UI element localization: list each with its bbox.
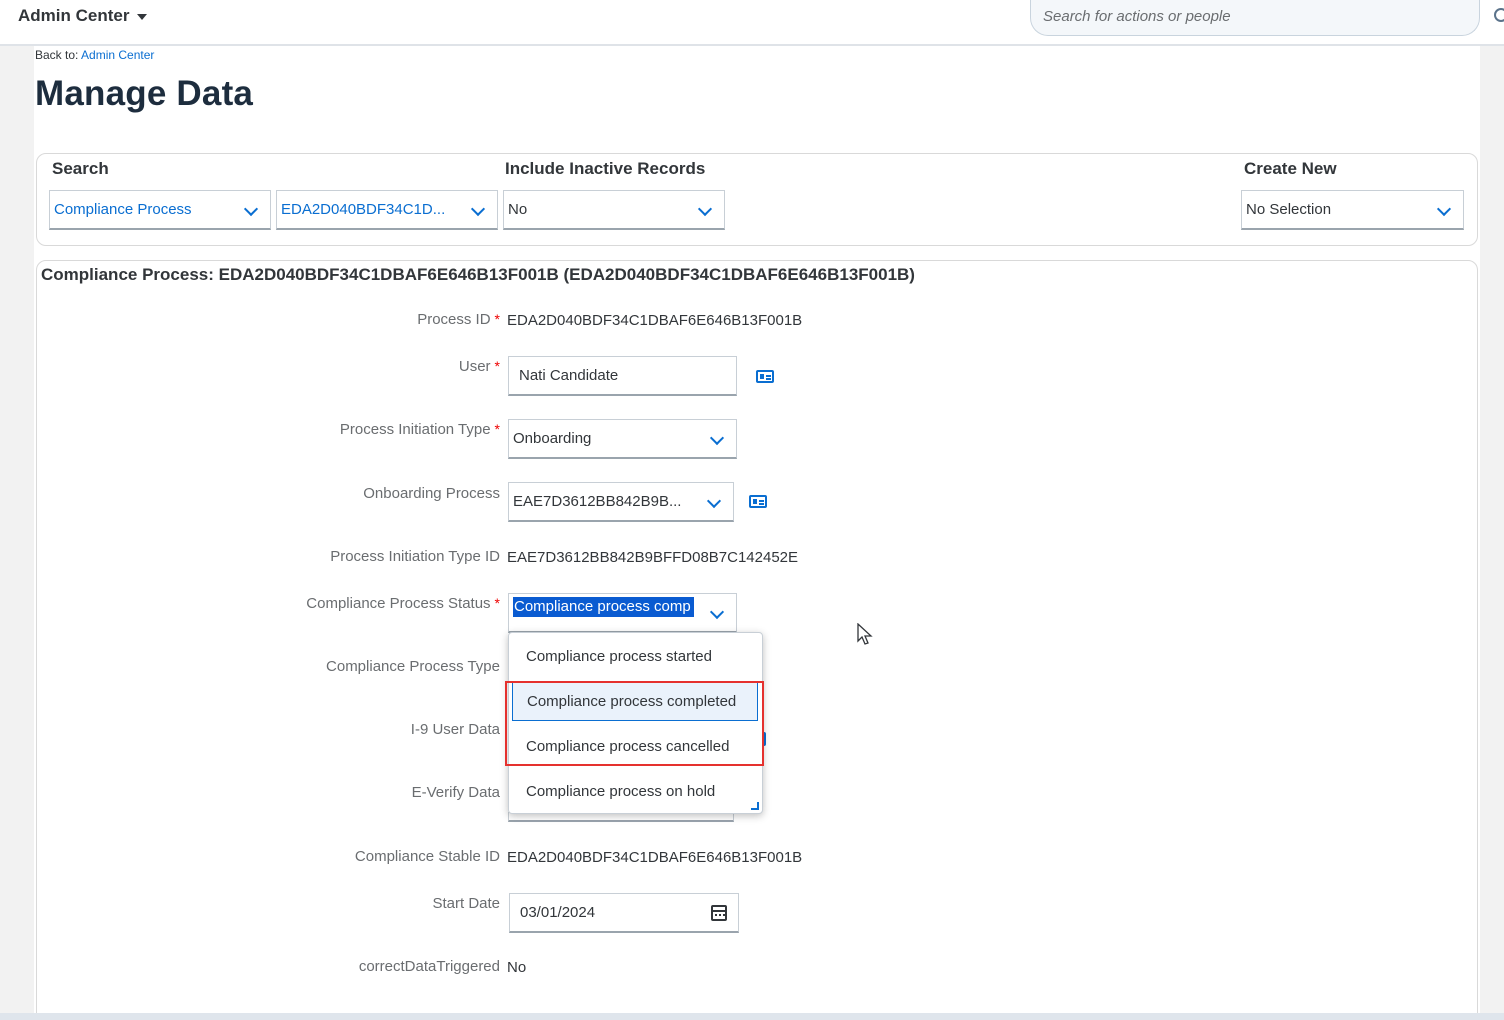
app-title-menu[interactable]: Admin Center — [18, 6, 148, 26]
initiation-type-value: Onboarding — [513, 430, 592, 447]
caret-down-icon — [137, 13, 148, 20]
chevron-down-icon — [470, 201, 486, 217]
status-label: Compliance Process Status * — [100, 595, 500, 612]
resize-handle[interactable] — [751, 802, 759, 810]
initiation-type-id-label: Process Initiation Type ID — [330, 548, 500, 565]
bottom-bar — [0, 1013, 1504, 1020]
status-value: Compliance process comp — [513, 597, 694, 617]
stable-id-value: EDA2D040BDF34C1DBAF6E646B13F001B — [507, 849, 803, 866]
required-marker: * — [494, 421, 500, 437]
contact-card-icon[interactable] — [756, 370, 774, 383]
annotation-highlight — [505, 681, 764, 766]
required-marker: * — [494, 358, 500, 374]
start-date-label: Start Date — [432, 895, 500, 912]
i9-user-data-label: I-9 User Data — [410, 721, 500, 738]
chevron-down-icon — [1436, 201, 1452, 217]
start-date-input[interactable]: 03/01/2024 — [509, 893, 739, 933]
option-started[interactable]: Compliance process started — [509, 637, 762, 677]
global-search-input[interactable]: Search for actions or people — [1030, 0, 1480, 36]
status-select[interactable]: Compliance process comp — [508, 593, 737, 633]
required-marker: * — [494, 311, 500, 327]
breadcrumb: Back to: Admin Center — [35, 48, 154, 62]
contact-card-icon[interactable] — [749, 495, 767, 508]
onboarding-process-select[interactable]: EAE7D3612BB842B9B... — [508, 482, 734, 522]
user-input-value: Nati Candidate — [519, 367, 619, 384]
initiation-type-id-value: EAE7D3612BB842B9BFFD08B7C142452E — [507, 549, 799, 566]
create-new-label: Create New — [1244, 159, 1337, 178]
stable-id-label: Compliance Stable ID — [354, 848, 500, 865]
user-input[interactable]: Nati Candidate — [508, 356, 737, 396]
object-id-select[interactable]: EDA2D040BDF34C1D... — [276, 190, 498, 230]
chevron-down-icon — [706, 493, 722, 509]
process-id-value: EDA2D040BDF34C1DBAF6E646B13F001B — [507, 312, 803, 329]
chevron-down-icon — [243, 201, 259, 217]
correct-data-value: No — [507, 959, 527, 976]
breadcrumb-prefix: Back to: — [35, 48, 79, 62]
mouse-cursor-icon — [857, 623, 873, 645]
page-title: Manage Data — [35, 74, 254, 113]
search-label: Search — [52, 159, 109, 178]
search-icon[interactable] — [1494, 8, 1504, 22]
user-label: User * — [100, 358, 500, 375]
object-type-value: Compliance Process — [54, 201, 192, 218]
app-title-text: Admin Center — [18, 6, 130, 25]
everify-data-label: E-Verify Data — [411, 784, 500, 801]
include-inactive-value: No — [508, 201, 528, 218]
process-id-label: Process ID * — [100, 311, 500, 328]
initiation-type-label-text: Process Initiation Type — [339, 421, 491, 438]
process-id-label-text: Process ID — [417, 311, 491, 328]
object-id-value: EDA2D040BDF34C1D... — [281, 201, 446, 218]
record-header: Compliance Process: EDA2D040BDF34C1DBAF6… — [41, 265, 915, 284]
initiation-type-label: Process Initiation Type * — [100, 421, 500, 438]
chevron-down-icon — [709, 604, 725, 620]
initiation-type-select[interactable]: Onboarding — [508, 419, 737, 459]
left-gutter — [0, 46, 34, 1020]
breadcrumb-link[interactable]: Admin Center — [81, 48, 154, 62]
option-on-hold[interactable]: Compliance process on hold — [509, 772, 762, 812]
object-type-select[interactable]: Compliance Process — [49, 190, 271, 230]
onboarding-process-label: Onboarding Process — [363, 485, 500, 502]
inactive-records-label: Include Inactive Records — [505, 159, 706, 178]
shell-header: Admin Center Search for actions or peopl… — [0, 0, 1504, 46]
create-new-select[interactable]: No Selection — [1241, 190, 1464, 230]
status-label-text: Compliance Process Status — [306, 595, 491, 612]
onboarding-process-value: EAE7D3612BB842B9B... — [513, 493, 682, 510]
required-marker: * — [494, 595, 500, 611]
correct-data-label: correctDataTriggered — [358, 958, 500, 975]
process-type-label: Compliance Process Type — [326, 658, 500, 675]
search-placeholder: Search for actions or people — [1043, 8, 1231, 25]
chevron-down-icon — [709, 430, 725, 446]
right-gutter — [1480, 46, 1504, 1020]
calendar-icon[interactable] — [711, 905, 727, 921]
include-inactive-select[interactable]: No — [503, 190, 725, 230]
start-date-value: 03/01/2024 — [520, 904, 596, 921]
chevron-down-icon — [697, 201, 713, 217]
create-new-value: No Selection — [1246, 201, 1332, 218]
user-label-text: User — [458, 358, 491, 375]
